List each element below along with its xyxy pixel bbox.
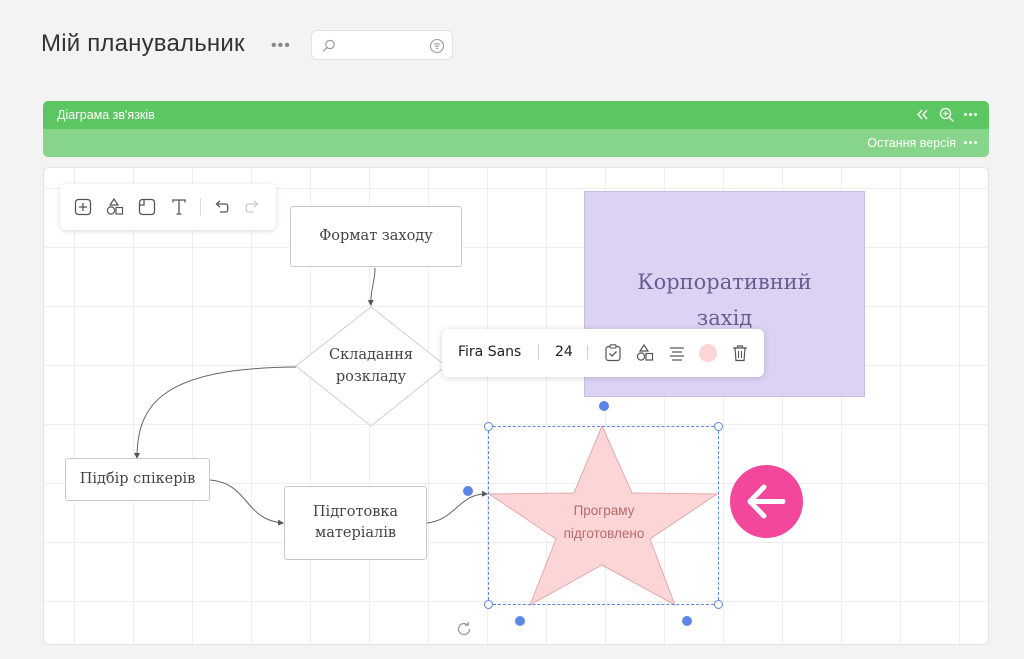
node-label-line: Складання	[328, 347, 414, 363]
format-separator	[587, 345, 588, 360]
trash-icon[interactable]	[730, 343, 750, 363]
text-align-icon[interactable]	[667, 343, 687, 363]
redo-icon[interactable]	[243, 197, 263, 217]
more-icon[interactable]	[962, 106, 979, 123]
node-label-line: Підготовка	[312, 504, 399, 520]
version-selector[interactable]: Остання версія	[867, 136, 956, 150]
connection-point-bottom-left[interactable]	[515, 616, 525, 626]
search-box[interactable]	[311, 30, 453, 60]
resize-handle-top-left[interactable]	[484, 422, 493, 431]
collapse-icon[interactable]	[914, 106, 931, 123]
arrow-left-icon	[747, 484, 786, 519]
sticky-text: Корпоративний захід	[585, 264, 864, 336]
connection-point-left[interactable]	[463, 486, 473, 496]
node-materials[interactable]: Підготовка матеріалів	[284, 486, 427, 560]
node-label-line: матеріалів	[314, 525, 397, 541]
font-size-select[interactable]: 24	[555, 344, 573, 360]
format-separator	[538, 345, 539, 360]
node-label: Формат заходу	[319, 228, 433, 244]
connector-schedule-to-speakers	[134, 366, 297, 459]
back-arrow-button[interactable]	[730, 465, 803, 538]
node-speakers[interactable]: Підбір спікерів	[65, 458, 210, 501]
connection-point-bottom-right[interactable]	[682, 616, 692, 626]
shape-style-icon[interactable]	[635, 343, 655, 363]
page-title: Мій планувальник	[41, 30, 245, 57]
undo-icon[interactable]	[211, 197, 231, 217]
page-header: Мій планувальник •••	[0, 0, 1024, 90]
connector-format-to-schedule	[367, 267, 376, 306]
text-icon[interactable]	[169, 197, 189, 217]
node-event-format[interactable]: Формат заходу	[290, 206, 462, 267]
whiteboard-canvas[interactable]: Формат заходу Складання розкладу Підбір …	[43, 167, 989, 645]
add-shape-icon[interactable]	[73, 197, 93, 217]
fill-color-swatch[interactable]	[699, 344, 717, 362]
sticky-text-line: Корпоративний	[637, 270, 812, 294]
board-header: Діаграма зв'язків	[43, 101, 989, 129]
font-family-select[interactable]: Fira Sans	[458, 344, 521, 360]
rotate-icon[interactable]	[455, 620, 473, 638]
node-schedule[interactable]: Складання розкладу	[296, 344, 446, 390]
canvas-toolbar	[60, 184, 276, 230]
sticky-note-icon[interactable]	[137, 197, 157, 217]
connection-point-top[interactable]	[599, 401, 609, 411]
format-toolbar: Fira Sans 24	[442, 329, 764, 377]
resize-handle-bottom-right[interactable]	[714, 600, 723, 609]
selection-box	[488, 426, 719, 605]
node-label-line: розкладу	[335, 369, 407, 385]
search-icon	[322, 39, 335, 52]
search-input[interactable]	[344, 37, 428, 55]
version-bar: Остання версія	[43, 129, 989, 157]
resize-handle-top-right[interactable]	[714, 422, 723, 431]
connector-speakers-to-materials	[209, 479, 284, 526]
zoom-in-icon[interactable]	[938, 106, 955, 123]
filter-icon[interactable]	[429, 38, 445, 54]
board-title: Діаграма зв'язків	[57, 108, 155, 122]
title-more-icon[interactable]: •••	[271, 37, 291, 55]
connector-materials-to-star	[426, 490, 488, 524]
node-label: Підбір спікерів	[79, 471, 196, 487]
checklist-icon[interactable]	[603, 343, 623, 363]
version-more-icon[interactable]	[962, 134, 979, 151]
resize-handle-bottom-left[interactable]	[484, 600, 493, 609]
shapes-icon[interactable]	[105, 197, 125, 217]
toolbar-separator	[200, 198, 201, 216]
